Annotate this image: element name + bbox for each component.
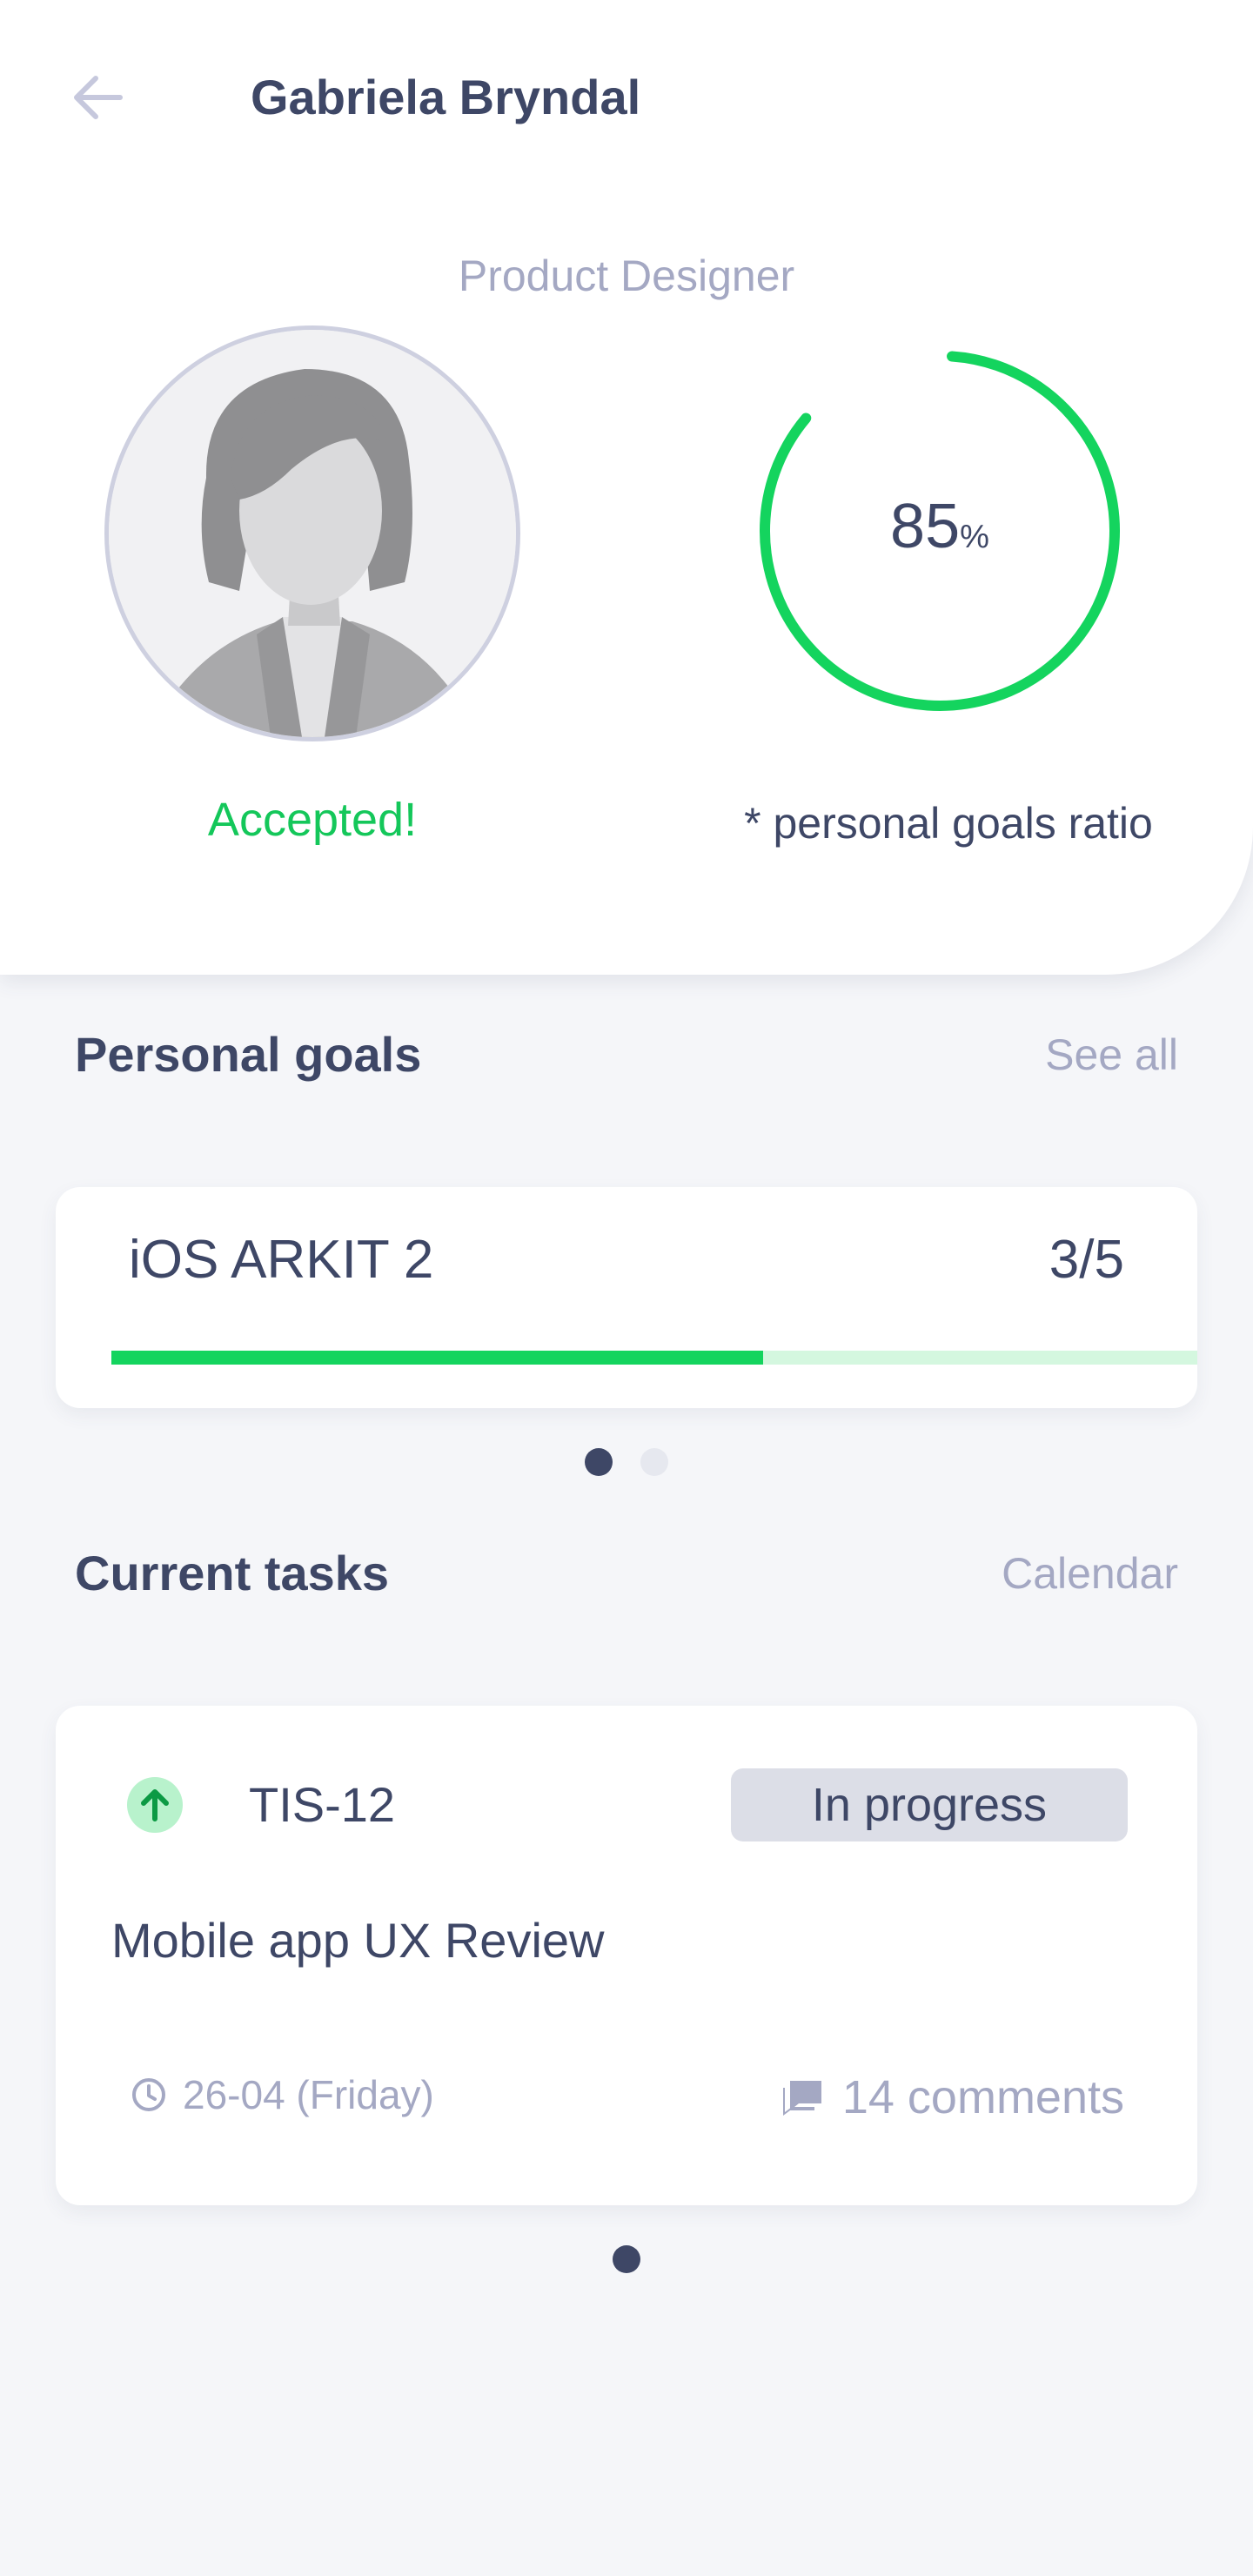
arrow-left-icon — [74, 76, 123, 119]
job-role: Product Designer — [458, 252, 795, 300]
clock-icon — [132, 2078, 165, 2111]
arrow-up-icon — [141, 1789, 169, 1821]
goals-ratio-unit: % — [960, 519, 989, 555]
goal-count: 3/5 — [1049, 1230, 1124, 1290]
goal-progress-track — [111, 1351, 1197, 1365]
avatar[interactable] — [104, 325, 520, 741]
back-button[interactable] — [61, 61, 134, 134]
task-comments-text: 14 comments — [841, 2071, 1124, 2123]
see-all-link[interactable]: See all — [1045, 1022, 1178, 1088]
personal-goals-title: Personal goals — [75, 1027, 422, 1082]
task-status-badge: In progress — [731, 1768, 1128, 1841]
goal-progress-fill — [111, 1351, 763, 1365]
current-tasks-title: Current tasks — [75, 1546, 390, 1600]
page-title: Gabriela Bryndal — [251, 70, 641, 124]
task-comments[interactable]: 14 comments — [781, 2066, 1124, 2129]
person-silhouette-icon — [109, 330, 516, 737]
comments-icon — [782, 2081, 821, 2116]
task-date-text: 26-04 (Friday) — [183, 2072, 434, 2117]
goals-ratio-caption: * personal goals ratio — [744, 799, 1153, 848]
profile-header-card: Gabriela Bryndal Product Designer Accept… — [0, 0, 1253, 975]
goals-pager-dot-1[interactable] — [585, 1448, 613, 1476]
goals-ratio-value: 85 — [890, 492, 961, 561]
goal-card[interactable]: iOS ARKIT 2 3/5 — [56, 1187, 1197, 1408]
task-id: TIS-12 — [249, 1777, 396, 1832]
task-due-date: 26-04 (Friday) — [131, 2066, 434, 2123]
goals-pager-dot-2[interactable] — [640, 1448, 668, 1476]
task-name: Mobile app UX Review — [111, 1913, 605, 1968]
goal-name: iOS ARKIT 2 — [129, 1230, 434, 1290]
calendar-link[interactable]: Calendar — [1002, 1540, 1178, 1607]
priority-indicator — [127, 1777, 183, 1833]
task-card[interactable]: TIS-12 In progress Mobile app UX Review … — [56, 1706, 1197, 2205]
goals-ratio-label: 85% — [753, 487, 1127, 583]
tasks-pager-dot-1[interactable] — [613, 2245, 640, 2273]
status-badge: Accepted! — [207, 794, 418, 846]
